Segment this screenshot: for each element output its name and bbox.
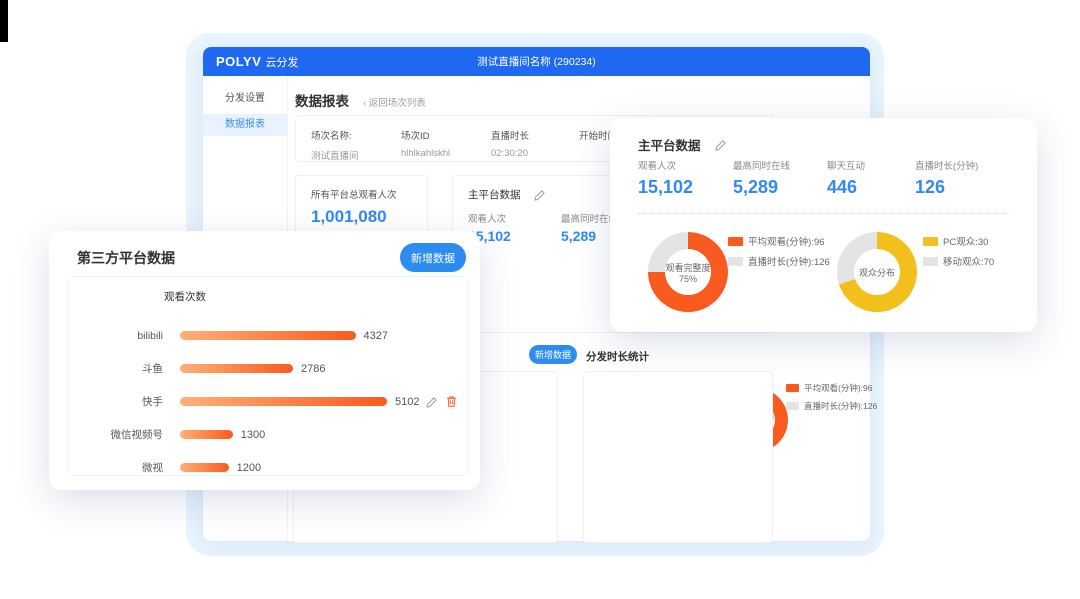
legend-swatch-gray bbox=[728, 257, 743, 266]
session-name-label: 场次名称: bbox=[311, 128, 401, 142]
logo-suffix-text: 云分发 bbox=[265, 54, 298, 70]
duration-table-box: 平台名称 bilibili 03:30:20 斗鱼 01:30:20 快手 04… bbox=[583, 371, 773, 543]
legend-swatch-yellow bbox=[923, 237, 938, 246]
third-party-chart-area: 观看次数 bilibili 4327 斗鱼 2786 快手 5102 bbox=[68, 276, 469, 476]
completion-donut-legend: 平均观看(分钟):96 直播时长(分钟):126 bbox=[786, 382, 877, 412]
main-platform-card-title: 主平台数据 bbox=[638, 135, 701, 154]
third-party-card-title: 第三方平台数据 bbox=[77, 248, 175, 268]
edit-pencil-icon[interactable] bbox=[426, 396, 438, 408]
screen-edge-artifact bbox=[0, 0, 8, 42]
session-id-field: 场次ID hlhlkahlskhl bbox=[401, 128, 491, 161]
stat-views-label: 观看人次 bbox=[468, 211, 561, 225]
bar-row: bilibili 4327 bbox=[87, 319, 457, 352]
legend-swatch-orange bbox=[728, 237, 743, 246]
stat-views: 观看人次 15,102 bbox=[468, 211, 561, 244]
edit-pencil-icon[interactable] bbox=[534, 189, 546, 201]
total-views-value: 1,001,080 bbox=[311, 207, 427, 227]
delete-trash-icon[interactable] bbox=[445, 395, 458, 408]
add-data-button[interactable]: 新增数据 bbox=[400, 243, 466, 272]
logo-text: POLYV bbox=[216, 54, 261, 69]
bar bbox=[180, 331, 356, 340]
stat-live-minutes: 直播时长(分钟) 126 bbox=[915, 158, 978, 198]
bar-row: 微视 1200 bbox=[87, 451, 457, 484]
distribution-duration-title: 分发时长统计 bbox=[586, 349, 649, 364]
add-data-button[interactable]: 新增数据 bbox=[529, 345, 577, 364]
views-count-header: 观看次数 bbox=[164, 289, 206, 304]
bar bbox=[180, 397, 387, 406]
page-title: 数据报表 bbox=[295, 90, 349, 110]
completion-donut-center: 观看完整度 75% bbox=[665, 249, 711, 295]
app-logo: POLYV 云分发 bbox=[216, 47, 298, 76]
main-platform-data-card: 主平台数据 观看人次 15,102 最高同时在线 5,289 聊天互动 446 … bbox=[610, 118, 1037, 332]
bar bbox=[180, 430, 233, 439]
bar bbox=[180, 463, 229, 472]
app-header: POLYV 云分发 测试直播间名称 (290234) bbox=[203, 47, 870, 76]
session-id-label: 场次ID bbox=[401, 128, 491, 142]
screenshot-stage: POLYV 云分发 测试直播间名称 (290234) 分发设置 数据报表 数据报… bbox=[0, 0, 1080, 599]
legend-swatch-gray bbox=[786, 402, 799, 410]
third-party-data-card: 第三方平台数据 新增数据 观看次数 bilibili 4327 斗鱼 2786 … bbox=[49, 231, 480, 490]
stat-peak-online: 最高同时在线 5,289 bbox=[733, 158, 827, 198]
sidebar-item-data-report[interactable]: 数据报表 bbox=[203, 114, 287, 136]
bar-row: 快手 5102 bbox=[87, 385, 457, 418]
total-views-label: 所有平台总观看人次 bbox=[311, 187, 427, 201]
audience-donut-legend: PC观众:30 移动观众:70 bbox=[923, 234, 994, 268]
session-name-field: 场次名称: 测试直播间 bbox=[311, 128, 401, 161]
bar-row: 斗鱼 2786 bbox=[87, 352, 457, 385]
session-duration-field: 直播时长 02:30:20 bbox=[491, 128, 579, 161]
stat-views: 观看人次 15,102 bbox=[638, 158, 733, 198]
back-to-session-list-link[interactable]: ‹ 返回场次列表 bbox=[363, 95, 426, 109]
page-head: 数据报表 ‹ 返回场次列表 bbox=[295, 90, 426, 110]
bar-row: 微信视频号 1300 bbox=[87, 418, 457, 451]
session-id-value: hlhlkahlskhl bbox=[401, 148, 491, 159]
session-duration-value: 02:30:20 bbox=[491, 148, 579, 159]
completion-donut-legend: 平均观看(分钟):96 直播时长(分钟):126 bbox=[728, 234, 830, 268]
edit-pencil-icon[interactable] bbox=[715, 139, 727, 151]
stat-chat-interactions: 聊天互动 446 bbox=[827, 158, 915, 198]
main-platform-inline-title: 主平台数据 bbox=[468, 187, 521, 202]
sidebar-item-distribution-settings[interactable]: 分发设置 bbox=[203, 88, 287, 110]
window-title: 测试直播间名称 (290234) bbox=[203, 54, 870, 69]
legend-swatch-gray bbox=[923, 257, 938, 266]
audience-donut-center: 观众分布 bbox=[854, 249, 900, 295]
bar bbox=[180, 364, 293, 373]
dotted-divider bbox=[638, 213, 1010, 214]
total-views-card: 所有平台总观看人次 1,001,080 bbox=[295, 175, 428, 235]
stat-views-value: 15,102 bbox=[468, 228, 561, 244]
session-name-value: 测试直播间 bbox=[311, 148, 401, 162]
session-duration-label: 直播时长 bbox=[491, 128, 579, 142]
legend-swatch-orange bbox=[786, 384, 799, 392]
